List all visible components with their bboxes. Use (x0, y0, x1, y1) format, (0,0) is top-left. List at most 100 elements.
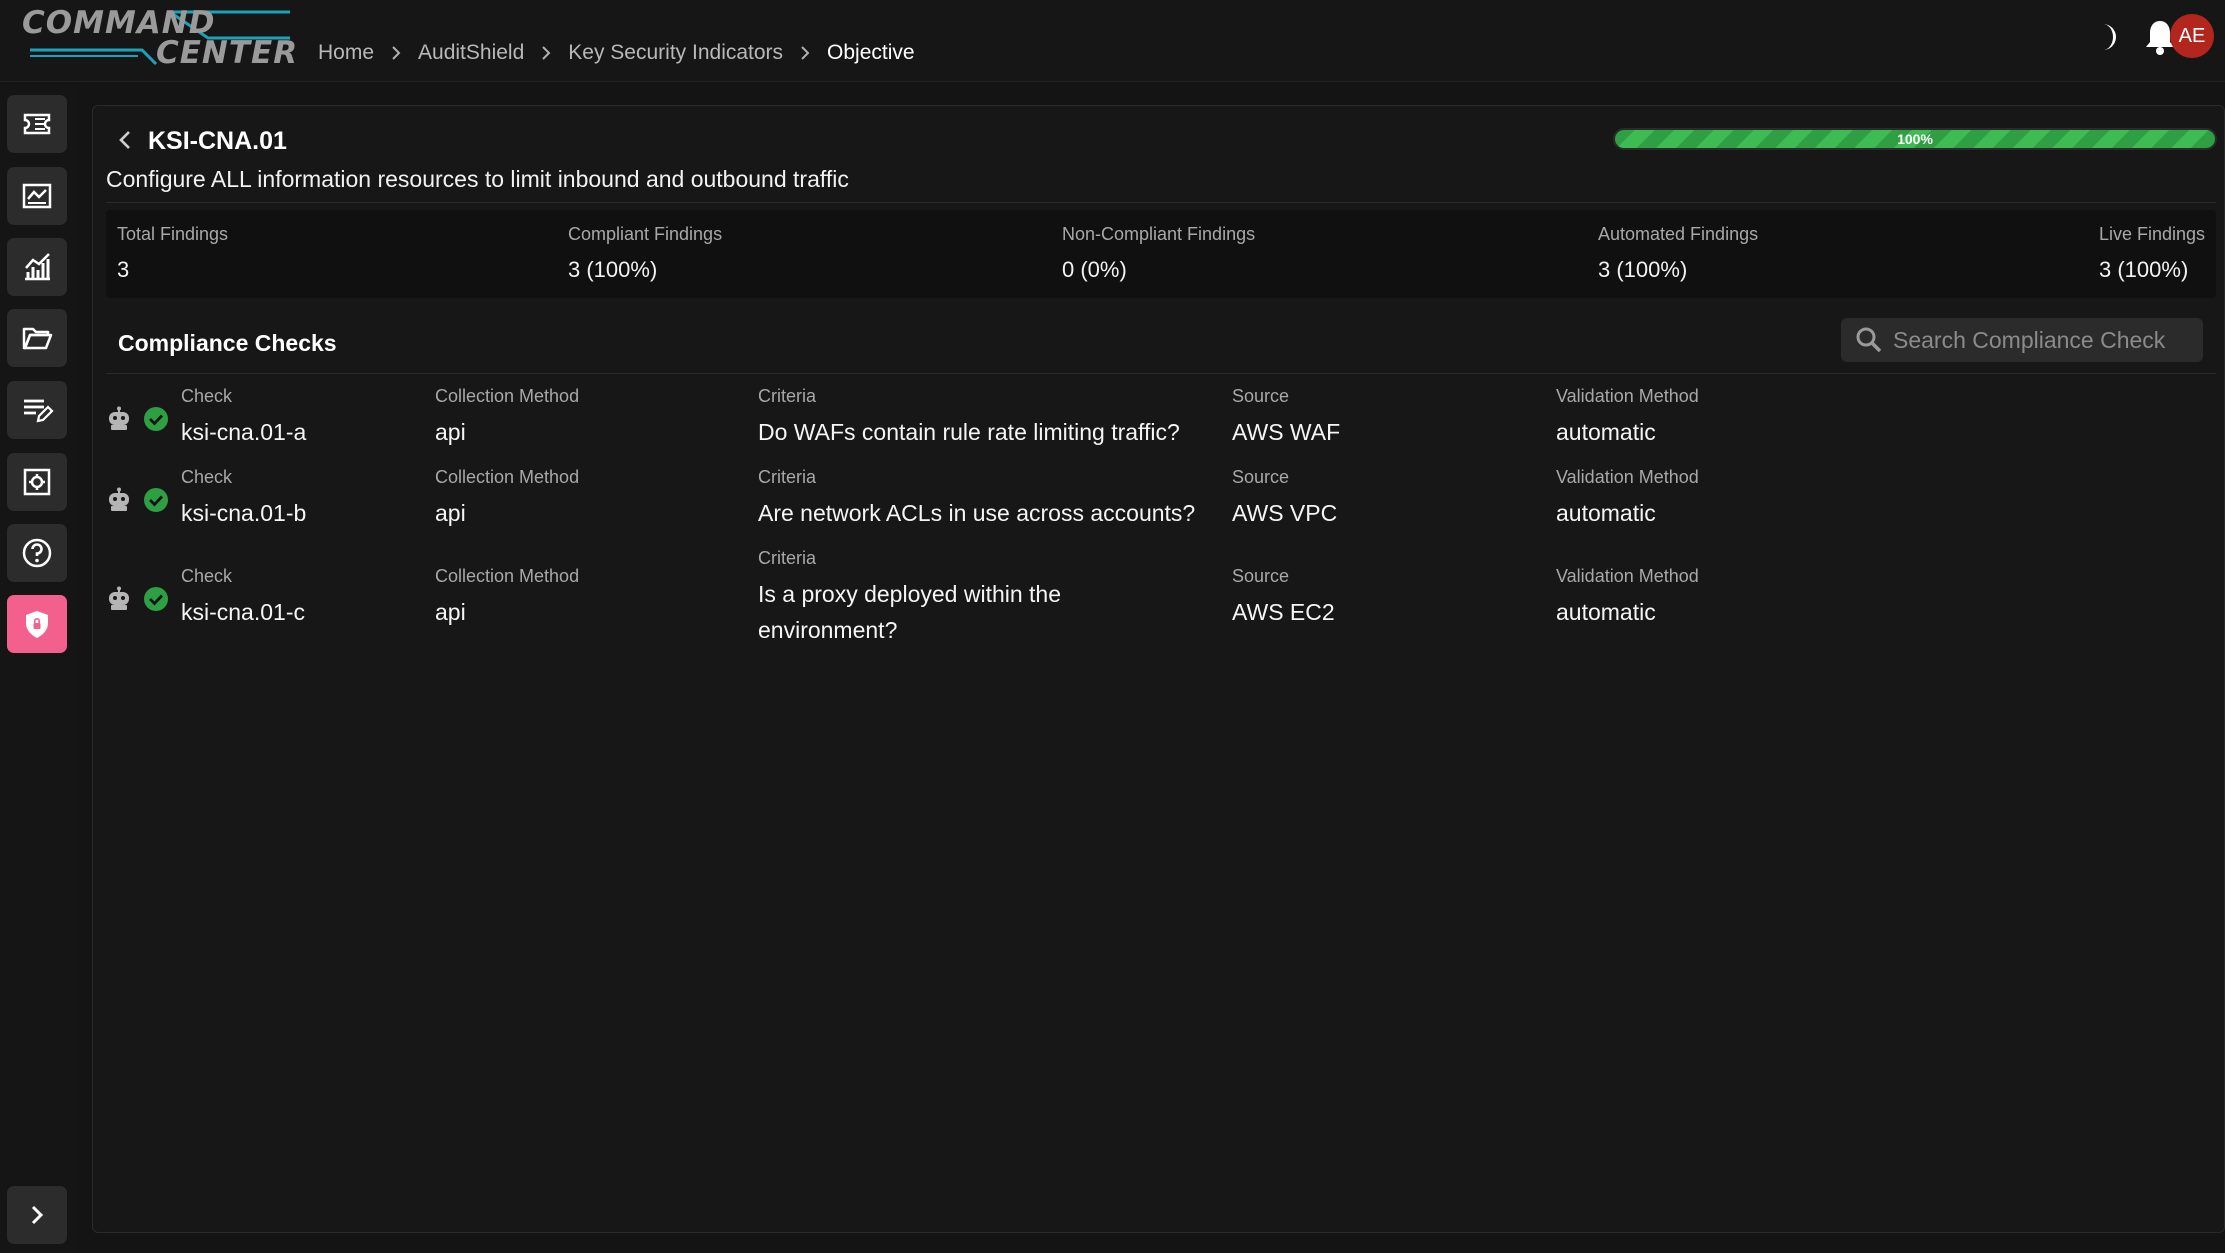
criteria-value: Is a proxy deployed within the environme… (758, 581, 1062, 643)
column-label: Validation Method (1556, 386, 1699, 406)
check-circle-icon (144, 407, 168, 431)
stat-total-findings: Total Findings 3 (117, 224, 228, 283)
criteria-value: Do WAFs contain rule rate limiting traff… (758, 419, 1180, 445)
cell-source: Source AWS WAF (1232, 386, 1340, 450)
column-label: Criteria (758, 386, 817, 406)
sidebar-item-help[interactable] (7, 524, 67, 582)
objective-description: Configure ALL information resources to l… (106, 166, 849, 192)
sidebar-expand-button[interactable] (7, 1186, 67, 1244)
search-compliance-check[interactable] (1841, 318, 2203, 362)
folder-icon (22, 327, 53, 350)
stat-non-compliant-findings: Non-Compliant Findings 0 (0%) (1062, 224, 1255, 283)
table-row[interactable]: Check ksi-cna.01-c Collection Method api… (106, 538, 2216, 656)
source-value: AWS VPC (1232, 500, 1338, 526)
stat-live-findings: Live Findings 3 (100%) (2099, 224, 2205, 283)
logo-text-line2: CENTER (156, 35, 299, 71)
stat-compliant-findings: Compliant Findings 3 (100%) (568, 224, 722, 283)
validation-method-value: automatic (1556, 500, 1656, 526)
robot-icon (109, 487, 129, 511)
cell-collection-method: Collection Method api (435, 467, 579, 531)
chevron-right-icon (799, 46, 811, 60)
check-id[interactable]: ksi-cna.01-c (181, 594, 305, 630)
objective-id: KSI-CNA.01 (148, 127, 287, 155)
source-value: AWS WAF (1232, 419, 1341, 445)
sidebar-item-dashboard[interactable] (7, 167, 67, 225)
table-row[interactable]: Check ksi-cna.01-a Collection Method api… (106, 376, 2216, 456)
sidebar (0, 83, 78, 1253)
sidebar-item-files[interactable] (7, 309, 67, 367)
cell-validation-method: Validation Method automatic (1556, 566, 1699, 630)
sidebar-item-analytics[interactable] (7, 238, 67, 296)
check-id[interactable]: ksi-cna.01-a (181, 414, 306, 450)
column-label: Collection Method (435, 386, 580, 406)
column-label: Source (1232, 386, 1290, 406)
stat-label: Non-Compliant Findings (1062, 224, 1256, 244)
stat-value: 3 (117, 257, 130, 282)
chevron-right-icon (540, 46, 552, 60)
column-label: Criteria (758, 467, 817, 487)
sidebar-item-reports[interactable] (7, 381, 67, 439)
breadcrumb-auditshield[interactable]: AuditShield (418, 41, 524, 65)
stat-automated-findings: Automated Findings 3 (100%) (1598, 224, 1758, 283)
search-icon (1856, 327, 1882, 353)
column-label: Source (1232, 566, 1290, 586)
cell-collection-method: Collection Method api (435, 566, 579, 630)
stat-value: 0 (0%) (1062, 257, 1127, 282)
cell-validation-method: Validation Method automatic (1556, 386, 1699, 450)
back-chevron-icon[interactable] (113, 127, 139, 153)
cell-check: Check ksi-cna.01-a (181, 386, 306, 450)
column-label: Check (181, 467, 233, 487)
avatar[interactable]: AE (2170, 14, 2214, 58)
stat-value: 3 (100%) (1598, 257, 1688, 282)
cell-source: Source AWS EC2 (1232, 566, 1335, 630)
cell-criteria: Criteria Do WAFs contain rule rate limit… (758, 386, 1228, 450)
sidebar-item-settings[interactable] (7, 453, 67, 511)
column-label: Criteria (758, 548, 817, 568)
collection-method-value: api (435, 419, 466, 445)
compliance-progress-bar: 100% (1613, 128, 2217, 150)
validation-method-value: automatic (1556, 599, 1656, 625)
robot-icon (109, 406, 129, 430)
breadcrumb: Home AuditShield Key Security Indicators… (318, 41, 915, 65)
breadcrumb-key-security-indicators[interactable]: Key Security Indicators (568, 41, 783, 65)
search-input[interactable] (1893, 326, 2193, 354)
progress-label: 100% (1897, 131, 1933, 147)
stat-label: Total Findings (117, 224, 229, 244)
robot-icon (109, 586, 129, 610)
shield-icon (26, 611, 48, 638)
criteria-value: Are network ACLs in use across accounts? (758, 500, 1196, 526)
sidebar-item-tickets[interactable] (7, 95, 67, 153)
check-id[interactable]: ksi-cna.01-b (181, 495, 306, 531)
chevron-right-icon (31, 1205, 44, 1225)
source-value: AWS EC2 (1232, 599, 1335, 625)
divider (106, 202, 2216, 203)
stat-label: Live Findings (2099, 224, 2206, 244)
column-label: Check (181, 566, 233, 586)
stat-value: 3 (100%) (2099, 257, 2189, 282)
edit-list-icon (24, 399, 54, 423)
dashboard-icon (22, 183, 52, 209)
compliance-checks-title: Compliance Checks (118, 330, 337, 356)
column-label: Validation Method (1556, 566, 1699, 586)
help-icon (22, 538, 52, 568)
sidebar-item-auditshield[interactable] (7, 595, 67, 653)
collection-method-value: api (435, 500, 466, 526)
table-row[interactable]: Check ksi-cna.01-b Collection Method api… (106, 457, 2216, 537)
breadcrumb-home[interactable]: Home (318, 41, 374, 65)
column-label: Collection Method (435, 566, 580, 586)
settings-box-icon (23, 468, 51, 496)
column-label: Check (181, 386, 233, 406)
cell-check: Check ksi-cna.01-b (181, 467, 306, 531)
cell-validation-method: Validation Method automatic (1556, 467, 1699, 531)
validation-method-value: automatic (1556, 419, 1656, 445)
moon-icon[interactable] (2090, 20, 2124, 54)
cell-collection-method: Collection Method api (435, 386, 579, 450)
breadcrumb-objective: Objective (827, 41, 915, 64)
cell-source: Source AWS VPC (1232, 467, 1337, 531)
stat-label: Automated Findings (1598, 224, 1759, 244)
chevron-right-icon (390, 46, 402, 60)
ticket-icon (23, 113, 51, 135)
command-center-logo[interactable]: COMMAND CENTER (20, 6, 299, 71)
collection-method-value: api (435, 599, 466, 625)
check-circle-icon (144, 488, 168, 512)
